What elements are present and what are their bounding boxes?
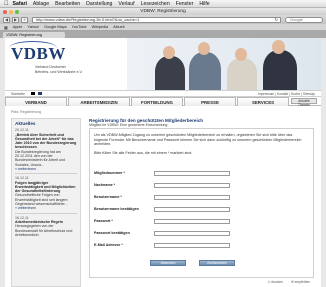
home-link[interactable]: Startseite	[11, 92, 25, 96]
logo-subtitle-line2: Betriebs- und Werksärzte e.V.	[35, 69, 83, 74]
flag-en-icon[interactable]	[37, 92, 42, 95]
divider	[15, 212, 77, 214]
site-logo[interactable]: VDBW	[11, 44, 66, 64]
registration-form: Um als VDBW-Mitglied Zugang zu unserem g…	[89, 128, 314, 278]
flag-de-icon[interactable]	[30, 92, 35, 95]
os-menubar:  Safari Ablage Bearbeiten Darstellung V…	[0, 0, 326, 8]
address-url: http://www.vdbw.de/Registrierung.3b.0.ht…	[36, 16, 140, 22]
username-input[interactable]	[154, 195, 230, 200]
username-label: Benutzername *	[94, 195, 122, 200]
email-label: E-Mail Adresse *	[94, 243, 123, 248]
field-row-password-confirm: Passwort bestätigen	[94, 231, 230, 236]
recommend-link[interactable]: ✉ empfehlen	[291, 280, 310, 284]
reload-icon[interactable]: ↻	[275, 17, 278, 22]
minimize-window-icon[interactable]	[9, 9, 13, 14]
password-label: Passwort *	[94, 219, 113, 224]
news-body: Herausgegeben von der Bundesanstalt für …	[15, 224, 73, 237]
bookmark-youtube[interactable]: YouTube	[72, 25, 87, 29]
bookmark-google-maps[interactable]: Google Maps	[44, 25, 67, 29]
logo-subtitle: Verband Deutscher Betriebs- und Werksärz…	[35, 65, 83, 74]
form-hint: Bitte füllen Sie alle Felder aus, die mi…	[94, 150, 193, 155]
last-name-label: Nachname *	[94, 183, 116, 188]
menu-app-name[interactable]: Safari	[13, 1, 27, 7]
nav-presse[interactable]: PRESSE	[184, 97, 236, 106]
bookmark-wikipedia[interactable]: Wikipedia	[92, 25, 108, 29]
search-placeholder: Google	[290, 16, 303, 22]
menu-item-fenster[interactable]: Fenster	[176, 1, 194, 7]
bookmark-aktuell[interactable]: Aktuell	[113, 25, 124, 29]
form-subtitle: Mitglied im VDBW: Eine gesicherte Entsch…	[89, 123, 169, 127]
member-number-input[interactable]	[154, 171, 230, 176]
username-confirm-input[interactable]	[154, 207, 230, 212]
menu-item-lesezeichen[interactable]: Lesezeichen	[141, 1, 170, 7]
last-name-input[interactable]	[154, 183, 230, 188]
field-row-password: Passwort *	[94, 219, 230, 224]
field-row-member-number: Mitgliednummer *	[94, 171, 230, 176]
news-body: Gesundheitliche Folgen von Erwerbstätigk…	[15, 193, 68, 207]
nav-arbeitsmedizin[interactable]: ARBEITSMEDIZIN	[68, 97, 130, 106]
news-body: Die Bundesregierung hat am 20.12.2011 de…	[15, 149, 65, 167]
print-label: drucken	[271, 280, 283, 284]
utility-bar: Startseite Impressum | Kontakt | Suche |…	[5, 90, 321, 97]
address-bar[interactable]: http://www.vdbw.de/Registrierung.3b.0.ht…	[32, 16, 281, 23]
page-container: VDBW Verband Deutscher Betriebs- und Wer…	[5, 38, 321, 287]
menu-item-darstellung[interactable]: Darstellung	[86, 1, 112, 7]
password-input[interactable]	[154, 219, 230, 224]
web-viewport: VDBW Verband Deutscher Betriebs- und Wer…	[0, 38, 326, 287]
recommend-label: empfehlen	[294, 280, 310, 284]
field-row-email: E-Mail Adresse *	[94, 243, 230, 248]
forward-button[interactable]: ▶	[12, 16, 19, 23]
nav-verband[interactable]: VERBAND	[5, 97, 67, 106]
reset-button[interactable]: Zurücksetzen	[199, 260, 235, 266]
page-footer-actions: ⎙ drucken ✉ empfehlen	[268, 280, 310, 284]
password-confirm-input[interactable]	[154, 231, 230, 236]
registration-section: Registrierung für den geschützten Mitgli…	[89, 118, 314, 287]
menu-item-verlauf[interactable]: Verlauf	[118, 1, 134, 7]
search-field[interactable]: Google	[285, 16, 323, 23]
utility-links[interactable]: Impressum | Kontakt | Suche | Sitemap	[258, 92, 315, 96]
field-row-username-confirm: Benutzername bestätigen	[94, 207, 230, 212]
zoom-window-icon[interactable]	[15, 9, 19, 14]
news-headline[interactable]: „Betrieb über Sicherheit und Gesundheit …	[15, 133, 77, 150]
bookmark-yahoo[interactable]: Yahoo!	[27, 25, 39, 29]
browser-toolbar: ◀ ▶ + http://www.vdbw.de/Registrierung.3…	[0, 15, 326, 24]
email-input[interactable]	[154, 243, 230, 248]
menu-item-ablage[interactable]: Ablage	[33, 1, 49, 7]
news-headline[interactable]: Folgen langjähriger Erwerbstätigkeit und…	[15, 181, 77, 194]
apple-menu-icon[interactable]: 	[4, 1, 9, 7]
nav-fortbildung[interactable]: FORTBILDUNG	[131, 97, 183, 106]
field-row-last-name: Nachname *	[94, 183, 230, 188]
back-button[interactable]: ◀	[3, 16, 10, 23]
print-link[interactable]: ⎙ drucken	[268, 280, 283, 284]
sidebar-title: Aktuelles	[15, 121, 36, 126]
breadcrumb: Pfad: Registrierung	[11, 110, 41, 114]
form-intro: Um als VDBW-Mitglied Zugang zu unserem g…	[94, 133, 302, 147]
menu-item-hilfe[interactable]: Hilfe	[199, 1, 209, 7]
read-more-link[interactable]: » weiterlesen	[15, 167, 77, 171]
window-title: VDBW: Registrierung	[140, 9, 186, 14]
divider	[15, 173, 77, 175]
menu-item-bearbeiten[interactable]: Bearbeiten	[55, 1, 80, 7]
bookmark-apple[interactable]: Apple	[13, 25, 23, 29]
password-confirm-label: Passwort bestätigen	[94, 231, 130, 236]
header-photo	[127, 38, 321, 90]
bookmarks-grid-icon[interactable]: ▦	[4, 25, 8, 30]
nav-services[interactable]: SERVICES	[237, 97, 289, 106]
news-sidebar: Aktuelles 20.12.11 „Betrieb über Sicherh…	[11, 118, 81, 287]
member-number-label: Mitgliednummer *	[94, 171, 125, 176]
add-bookmark-button[interactable]: +	[21, 16, 28, 23]
bookmarks-bar: ▦ Apple Yahoo! Google Maps YouTube Wikip…	[0, 24, 326, 31]
current-topics-button[interactable]: Aktuelle Themen	[291, 98, 317, 107]
field-row-username: Benutzername *	[94, 195, 230, 200]
window-titlebar: VDBW: Registrierung	[0, 8, 326, 15]
submit-button[interactable]: Absenden	[150, 260, 186, 266]
read-more-link[interactable]: » weiterlesen	[15, 206, 77, 210]
close-window-icon[interactable]	[3, 9, 7, 14]
main-navigation: VERBAND ARBEITSMEDIZIN FORTBILDUNG PRESS…	[5, 97, 321, 107]
username-confirm-label: Benutzername bestätigen	[94, 207, 139, 212]
form-buttons: Absenden Zurücksetzen	[150, 260, 235, 266]
tab-bar: VDBW: Registrierung	[0, 31, 326, 38]
